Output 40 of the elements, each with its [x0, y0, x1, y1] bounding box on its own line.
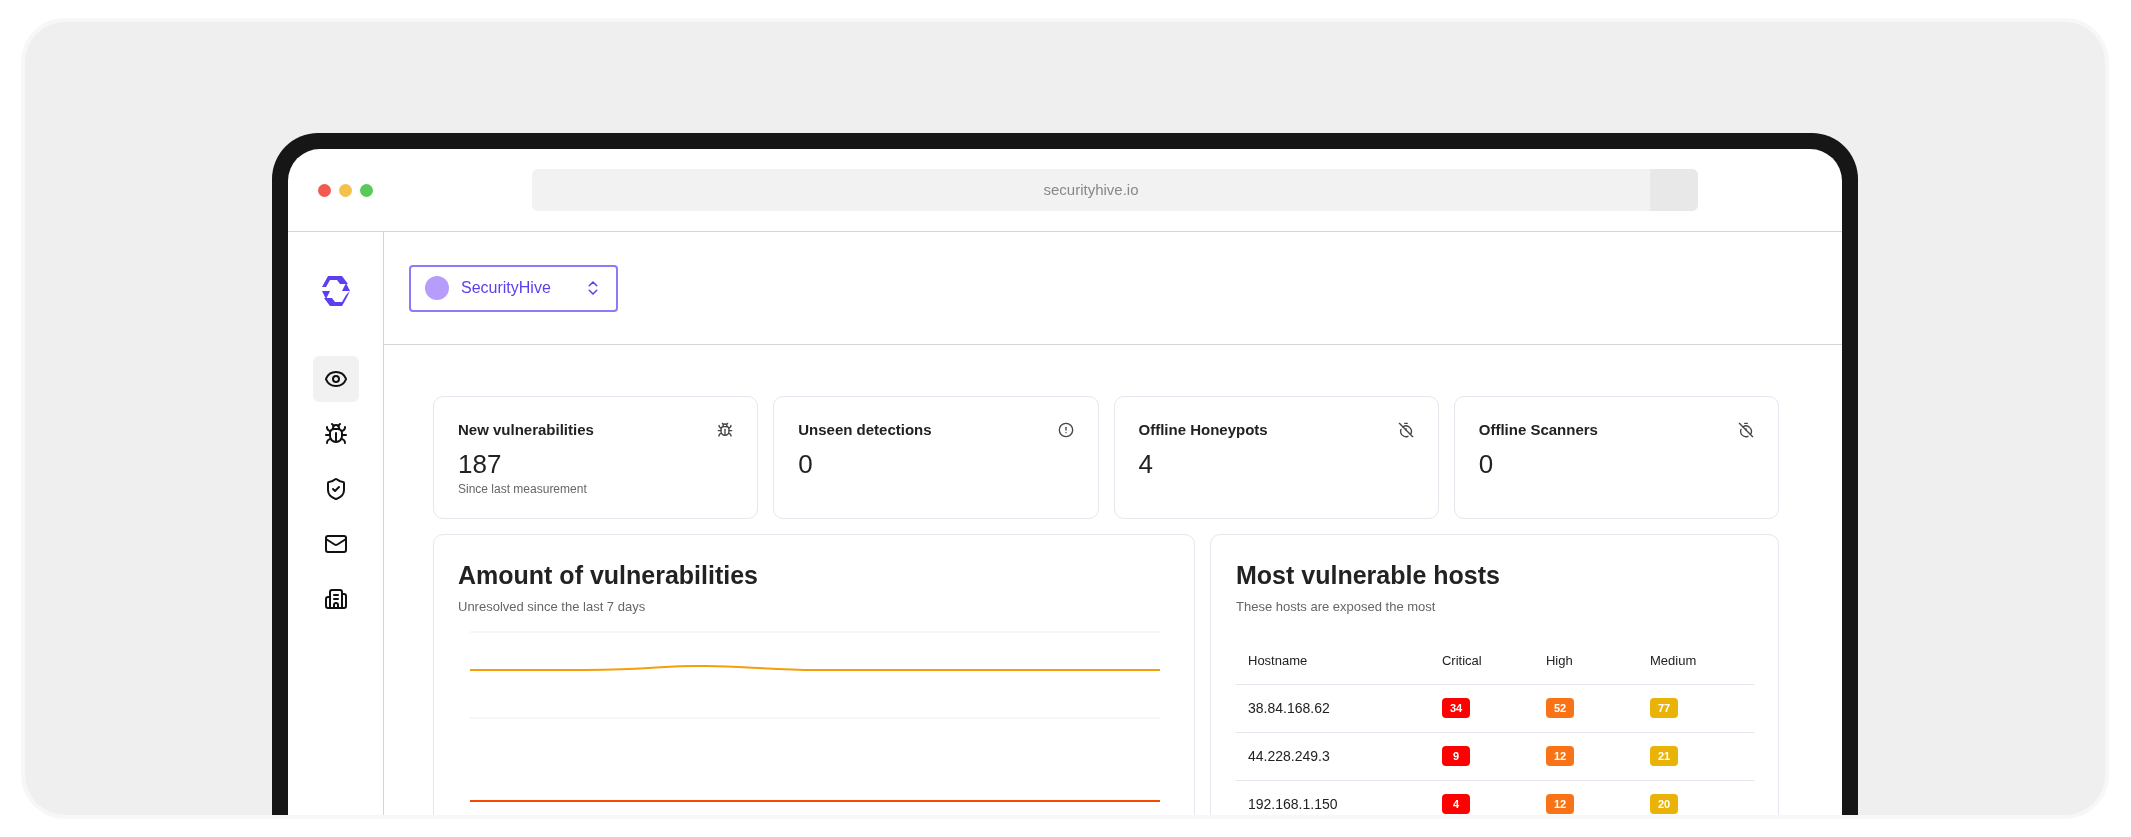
count-badge: 52: [1545, 697, 1575, 719]
card-value: 0: [1478, 447, 1495, 480]
hostname-cell: 192.168.1.150: [1248, 795, 1338, 812]
url-text: securityhive.io: [1042, 179, 1140, 200]
organization-selector[interactable]: SecurityHive: [409, 264, 618, 312]
count-badge: 4: [1441, 793, 1470, 815]
card-value: 4: [1138, 447, 1154, 480]
timer-off-icon: [1397, 422, 1414, 439]
column-header: Hostname: [1248, 653, 1308, 668]
count-badge: 12: [1545, 793, 1575, 815]
card-value: 0: [798, 447, 814, 480]
count-badge: 34: [1441, 697, 1471, 719]
sidebar-item[interactable]: [312, 356, 359, 402]
bug-icon: [717, 422, 734, 439]
mail-icon: [323, 532, 348, 556]
count-badge: 20: [1649, 793, 1679, 815]
column-header: Medium: [1649, 653, 1697, 668]
card-value: 187: [458, 447, 503, 480]
building-icon: [323, 587, 348, 611]
card-title: New vulnerabilities: [458, 420, 594, 440]
address-bar[interactable]: securityhive.io: [532, 169, 1698, 211]
card-title: Offline Scanners: [1478, 420, 1598, 440]
card-title: Offline Honeypots: [1138, 420, 1268, 440]
table-subtitle: These hosts are exposed the most: [1236, 597, 1437, 616]
chart-title: Amount of vulnerabilities: [458, 560, 760, 591]
count-badge: 9: [1441, 745, 1470, 767]
card-title: Unseen detections: [798, 420, 932, 440]
bug-icon: [323, 422, 348, 446]
hostname-cell: 38.84.168.62: [1248, 699, 1330, 716]
column-header: High: [1545, 653, 1573, 668]
table-title: Most vulnerable hosts: [1236, 560, 1501, 591]
chart-subtitle: Unresolved since the last 7 days: [458, 597, 647, 616]
timer-off-icon: [1738, 422, 1754, 439]
count-badge: 21: [1649, 745, 1679, 767]
card-caption: Since last measurement: [458, 480, 588, 498]
alert-circle-icon: [1057, 422, 1074, 439]
count-badge: 77: [1649, 697, 1679, 719]
column-header: Critical: [1441, 653, 1482, 668]
count-badge: 12: [1545, 745, 1575, 767]
hostname-cell: 44.228.249.3: [1248, 747, 1330, 764]
